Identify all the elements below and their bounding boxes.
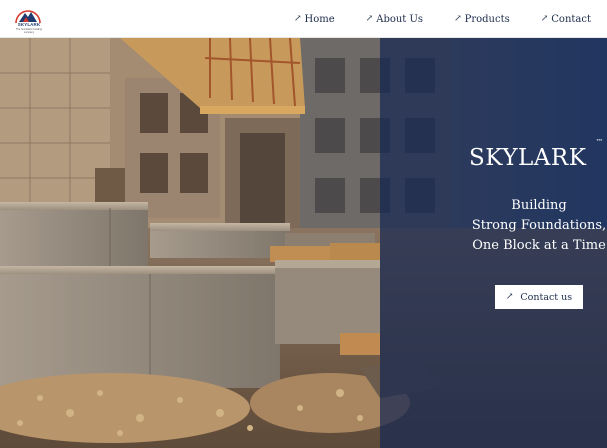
arrow-up-right-icon: ↗ <box>365 13 374 24</box>
logo-tagline: The foundation building company <box>16 28 42 34</box>
logo-text: SKYLARK <box>17 22 41 27</box>
contact-us-button[interactable]: ↗ Contact us <box>495 285 583 309</box>
nav-contact[interactable]: ↗ Contact <box>541 14 591 25</box>
arrow-up-right-icon: ↗ <box>454 13 462 24</box>
nav-products-label: Products <box>464 13 510 25</box>
arrow-up-right-icon: ↗ <box>505 292 514 302</box>
hero-brand-title: SKYLARK <box>469 145 587 171</box>
contact-us-label: Contact us <box>520 291 573 303</box>
tagline-line-2: Strong Foundations, <box>471 218 607 233</box>
nav-home-label: Home <box>304 13 335 25</box>
main-nav: ↗ Home ↗ About Us ↗ Products ↗ Contact <box>294 0 591 38</box>
arrow-up-right-icon: ↗ <box>293 13 302 24</box>
nav-products[interactable]: ↗ Products <box>454 14 510 25</box>
tagline-line-3: One Block at a Time <box>472 238 606 253</box>
skylark-logo[interactable]: SKYLARK The foundation building company <box>14 5 42 34</box>
hero-tagline: Building Strong Foundations, One Block a… <box>464 196 607 256</box>
nav-home[interactable]: ↗ Home <box>294 14 335 25</box>
arrow-up-right-icon: ↗ <box>540 13 549 24</box>
nav-about-us[interactable]: ↗ About Us <box>366 14 423 25</box>
top-navbar: SKYLARK The foundation building company … <box>0 0 607 38</box>
nav-contact-label: Contact <box>551 13 591 25</box>
hero-section: SKYLARK ™ Building Strong Foundations, O… <box>0 38 607 448</box>
trademark-symbol: ™ <box>596 138 603 146</box>
tagline-line-1: Building <box>511 198 567 213</box>
nav-about-us-label: About Us <box>376 13 424 25</box>
